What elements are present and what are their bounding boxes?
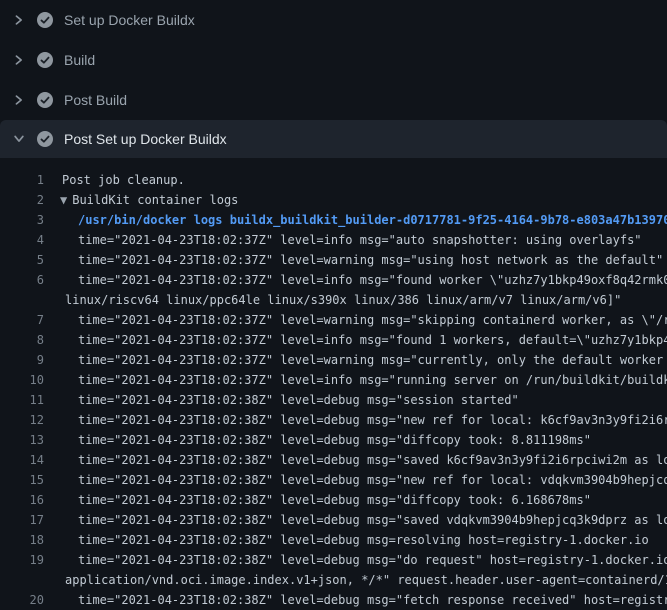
step-label: Post Build xyxy=(64,92,127,108)
line-number[interactable]: 19 xyxy=(0,550,44,570)
line-number[interactable]: 9 xyxy=(0,350,44,370)
group-toggle-icon[interactable]: ▼ xyxy=(60,190,67,210)
line-number[interactable]: 10 xyxy=(0,370,44,390)
line-number[interactable]: 8 xyxy=(0,330,44,350)
chevron-down-icon xyxy=(13,133,25,145)
line-number[interactable]: 5 xyxy=(0,250,44,270)
line-number[interactable]: 12 xyxy=(0,410,44,430)
log-text: time="2021-04-23T18:02:38Z" level=debug … xyxy=(78,530,649,550)
line-number[interactable]: 16 xyxy=(0,490,44,510)
line-number[interactable]: 15 xyxy=(0,470,44,490)
step-label: Set up Docker Buildx xyxy=(64,12,195,28)
check-circle-icon xyxy=(37,52,53,68)
log-text: time="2021-04-23T18:02:38Z" level=debug … xyxy=(78,450,667,470)
chevron-right-icon xyxy=(13,94,25,106)
log-text: time="2021-04-23T18:02:37Z" level=warnin… xyxy=(78,250,663,270)
line-number[interactable]: 4 xyxy=(0,230,44,250)
log-text: BuildKit container logs xyxy=(72,190,238,210)
line-number[interactable]: 11 xyxy=(0,390,44,410)
log-line: 16 time="2021-04-23T18:02:38Z" level=debu… xyxy=(0,490,667,510)
step-label: Post Set up Docker Buildx xyxy=(64,131,227,147)
log-line: 9 time="2021-04-23T18:02:37Z" level=warni… xyxy=(0,350,667,370)
log-text: linux/riscv64 linux/ppc64le linux/s390x … xyxy=(65,290,621,310)
log-line: 5 time="2021-04-23T18:02:37Z" level=warni… xyxy=(0,250,667,270)
log-line: 7 time="2021-04-23T18:02:37Z" level=warni… xyxy=(0,310,667,330)
log-line: 10 time="2021-04-23T18:02:37Z" level=info… xyxy=(0,370,667,390)
chevron-right-icon xyxy=(13,54,25,66)
step-header-build[interactable]: Build xyxy=(0,40,667,80)
chevron-right-icon xyxy=(13,14,25,26)
log-text: time="2021-04-23T18:02:38Z" level=debug … xyxy=(78,470,667,490)
log-line: 14 time="2021-04-23T18:02:38Z" level=debu… xyxy=(0,450,667,470)
log-line: 3/usr/bin/docker logs buildx_buildkit_bu… xyxy=(0,210,667,230)
log-area: 1 Post job cleanup. 2 ▼BuildKit container l… xyxy=(0,158,667,610)
log-line-continuation: application/vnd.oci.image.index.v1+json,… xyxy=(0,570,667,590)
log-text: time="2021-04-23T18:02:37Z" level=warnin… xyxy=(78,350,667,370)
line-number[interactable]: 2 xyxy=(0,190,44,210)
log-text: time="2021-04-23T18:02:38Z" level=debug … xyxy=(78,430,591,450)
log-text: time="2021-04-23T18:02:37Z" level=info m… xyxy=(78,330,667,350)
line-number[interactable]: 3 xyxy=(0,210,44,230)
line-number[interactable]: 18 xyxy=(0,530,44,550)
log-text: time="2021-04-23T18:02:38Z" level=debug … xyxy=(78,490,591,510)
line-number[interactable]: 14 xyxy=(0,450,44,470)
line-number xyxy=(0,570,44,590)
step-header-set-up-docker-buildx[interactable]: Set up Docker Buildx xyxy=(0,0,667,40)
log-line: 19 time="2021-04-23T18:02:38Z" level=debu… xyxy=(0,550,667,570)
log-line: 4 time="2021-04-23T18:02:37Z" level=info … xyxy=(0,230,667,250)
log-text: time="2021-04-23T18:02:37Z" level=info m… xyxy=(78,270,667,290)
log-text: time="2021-04-23T18:02:38Z" level=debug … xyxy=(78,390,519,410)
log-text: time="2021-04-23T18:02:37Z" level=info m… xyxy=(78,370,667,390)
log-line: 13 time="2021-04-23T18:02:38Z" level=debu… xyxy=(0,430,667,450)
line-number[interactable]: 17 xyxy=(0,510,44,530)
check-circle-icon xyxy=(37,131,53,147)
check-circle-icon xyxy=(37,12,53,28)
log-line: 1 Post job cleanup. xyxy=(0,170,667,190)
log-line: 12 time="2021-04-23T18:02:38Z" level=debu… xyxy=(0,410,667,430)
log-text: time="2021-04-23T18:02:38Z" level=debug … xyxy=(78,590,667,610)
log-line: 17 time="2021-04-23T18:02:38Z" level=debu… xyxy=(0,510,667,530)
log-text: time="2021-04-23T18:02:38Z" level=debug … xyxy=(78,550,667,570)
line-number[interactable]: 7 xyxy=(0,310,44,330)
line-number[interactable]: 13 xyxy=(0,430,44,450)
step-header-post-build[interactable]: Post Build xyxy=(0,80,667,120)
line-number[interactable]: 1 xyxy=(0,170,44,190)
log-line: 11 time="2021-04-23T18:02:38Z" level=debu… xyxy=(0,390,667,410)
log-text: application/vnd.oci.image.index.v1+json,… xyxy=(65,570,667,590)
line-number xyxy=(0,290,44,310)
log-line-continuation: linux/riscv64 linux/ppc64le linux/s390x … xyxy=(0,290,667,310)
log-command-text: /usr/bin/docker logs buildx_buildkit_bui… xyxy=(78,210,667,230)
step-header-post-set-up-docker-buildx[interactable]: Post Set up Docker Buildx xyxy=(0,120,667,158)
log-text: time="2021-04-23T18:02:37Z" level=warnin… xyxy=(78,310,667,330)
log-line: 8 time="2021-04-23T18:02:37Z" level=info … xyxy=(0,330,667,350)
log-line: 15 time="2021-04-23T18:02:38Z" level=debu… xyxy=(0,470,667,490)
line-number[interactable]: 20 xyxy=(0,590,44,610)
steps-list: Set up Docker Buildx Build Post Build Post … xyxy=(0,0,667,158)
log-text: time="2021-04-23T18:02:38Z" level=debug … xyxy=(78,510,667,530)
check-circle-icon xyxy=(37,92,53,108)
log-line: 20 time="2021-04-23T18:02:38Z" level=debu… xyxy=(0,590,667,610)
log-line: 18 time="2021-04-23T18:02:38Z" level=debu… xyxy=(0,530,667,550)
log-text: time="2021-04-23T18:02:38Z" level=debug … xyxy=(78,410,667,430)
line-number[interactable]: 6 xyxy=(0,270,44,290)
log-line: 6 time="2021-04-23T18:02:37Z" level=info … xyxy=(0,270,667,290)
log-line: 2 ▼BuildKit container logs xyxy=(0,190,667,210)
log-text: Post job cleanup. xyxy=(62,170,185,190)
step-label: Build xyxy=(64,52,95,68)
log-text: time="2021-04-23T18:02:37Z" level=info m… xyxy=(78,230,642,250)
